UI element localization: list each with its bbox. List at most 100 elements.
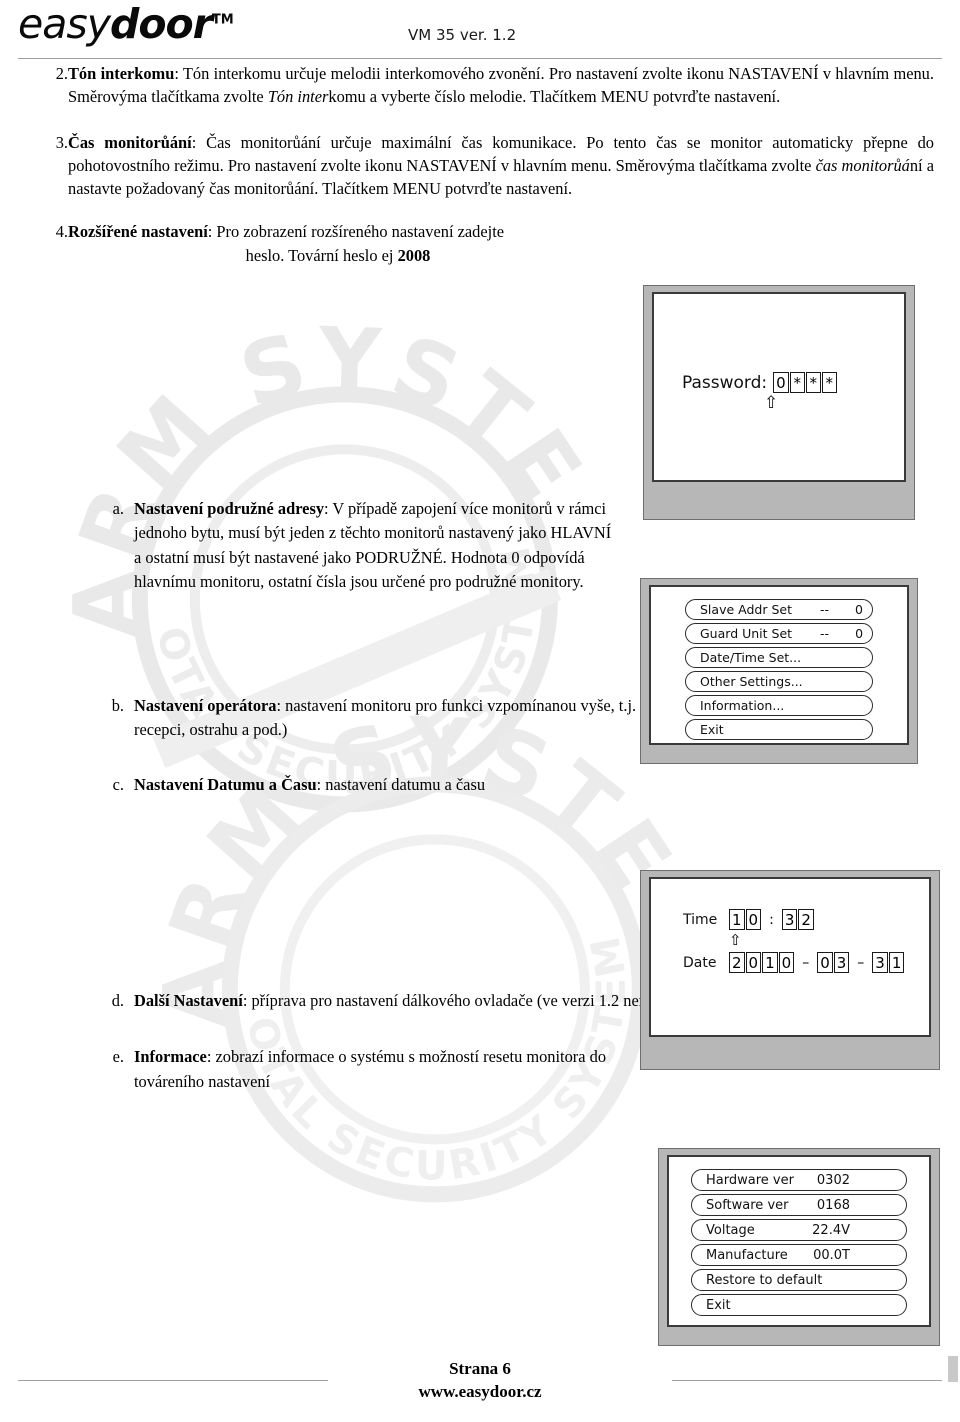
logo-easy-text: easy — [18, 0, 111, 48]
footer-divider-right — [672, 1380, 942, 1382]
list-item-body: Informace: zobrazí informace o systému s… — [134, 1045, 634, 1094]
itemb-title: Nastavení operátora — [134, 696, 277, 716]
menu-item-label: Other Settings... — [700, 674, 803, 689]
item4-line-1: Rozšířené nastavení: Pro zobrazení rozší… — [68, 220, 608, 243]
item4-line-2: heslo. Tovární heslo ej 2008 — [68, 244, 608, 267]
cursor-up-arrow-icon: ⇧ — [729, 931, 742, 949]
document-page: ALARM SYSTEMS TOTAL SECURITY SYSTEMS ALA… — [0, 0, 960, 1422]
item2-emphasis: Tón inter — [267, 87, 329, 107]
monitor-settings-menu: Slave Addr Set -- 0 Guard Unit Set -- 0 … — [640, 578, 918, 764]
date-digit[interactable]: 3 — [833, 952, 850, 973]
menu-item-exit[interactable]: Exit — [685, 719, 873, 740]
list-item-2: 2. Tón interkomu: Tón interkomu určuje m… — [38, 62, 934, 109]
item2-text-b: komu a vyberte číslo melodie. Tlačítkem … — [328, 87, 781, 107]
screen-surface: Slave Addr Set -- 0 Guard Unit Set -- 0 … — [649, 585, 909, 745]
date-day-group[interactable]: 3 1 — [872, 952, 905, 973]
menu-item-dash: -- — [820, 626, 830, 641]
menu-item-slave-addr-set[interactable]: Slave Addr Set -- 0 — [685, 599, 873, 620]
info-item-voltage[interactable]: Voltage 22.4V — [691, 1219, 907, 1241]
page-header: easydoorTM VM 35 ver. 1.2 — [0, 0, 960, 60]
factory-password: 2008 — [397, 245, 431, 265]
list-item-body: Nastavení podružné adresy: V případě zap… — [134, 497, 614, 594]
password-digit[interactable]: 0 — [773, 372, 789, 393]
document-version: VM 35 ver. 1.2 — [408, 26, 517, 44]
time-digit[interactable]: 1 — [729, 909, 745, 930]
password-digit[interactable]: * — [805, 372, 821, 393]
easydoor-logo: easydoorTM — [18, 4, 234, 45]
menu-item-dash: -- — [819, 602, 829, 617]
date-label: Date — [683, 954, 717, 971]
menu-item-label: Exit — [700, 722, 724, 737]
time-separator: : — [769, 911, 774, 928]
time-digit[interactable]: 0 — [745, 909, 762, 930]
item4-line1-text: : Pro zobrazení rozšíreného nastavení za… — [207, 222, 505, 242]
date-month-group[interactable]: 0 3 — [817, 952, 850, 973]
item2-title: Tón interkomu — [68, 64, 175, 83]
info-item-label: Hardware ver — [706, 1172, 794, 1188]
monitor-datetime-screen: Time 1 0 : 3 2 ⇧ Date 2 0 1 0 – 0 3 – 3 … — [640, 870, 940, 1070]
password-digit[interactable]: * — [821, 372, 837, 393]
time-row: Time 1 0 : 3 2 — [683, 909, 904, 930]
menu-item-other-settings[interactable]: Other Settings... — [685, 671, 873, 692]
menu-item-label: Information... — [700, 698, 785, 713]
list-item-body: Nastavení Datumu a Času: nastavení datum… — [134, 773, 654, 797]
info-item-manufacture[interactable]: Manufacture 00.0T — [691, 1244, 907, 1266]
screen-surface: Time 1 0 : 3 2 ⇧ Date 2 0 1 0 – 0 3 – 3 … — [649, 877, 931, 1037]
list-item-c: c. Nastavení Datumu a Času: nastavení da… — [100, 773, 654, 797]
date-row: Date 2 0 1 0 – 0 3 – 3 1 — [683, 952, 905, 973]
info-item-software-ver[interactable]: Software ver 0168 — [691, 1194, 907, 1216]
menu-item-guard-unit-set[interactable]: Guard Unit Set -- 0 — [685, 623, 873, 644]
screen-surface: Hardware ver 0302 Software ver 0168 Volt… — [667, 1155, 931, 1327]
date-digit[interactable]: 3 — [872, 952, 888, 973]
password-digit-group[interactable]: 0 * * * — [773, 372, 837, 393]
list-item-e: e. Informace: zobrazí informace o systém… — [100, 1045, 634, 1094]
list-item-3: 3. Čas monitorůání: Čas monitorůání urču… — [38, 131, 934, 201]
list-marker: a. — [112, 499, 124, 519]
list-item-a: a. Nastavení podružné adresy: V případě … — [100, 497, 614, 594]
menu-item-date-time-set[interactable]: Date/Time Set... — [685, 647, 873, 668]
date-digit[interactable]: 2 — [729, 952, 745, 973]
date-separator: – — [802, 954, 810, 971]
list-item-body: Rozšířené nastavení: Pro zobrazení rozší… — [68, 220, 608, 267]
footer-text: Strana 6 www.easydoor.cz — [404, 1358, 556, 1404]
time-hour-group[interactable]: 1 0 — [729, 909, 762, 930]
date-digit[interactable]: 1 — [888, 952, 905, 973]
password-digit[interactable]: * — [789, 372, 805, 393]
list-marker: 3. — [55, 132, 68, 152]
date-year-group[interactable]: 2 0 1 0 — [729, 952, 795, 973]
cursor-up-arrow-icon: ⇧ — [764, 393, 779, 413]
time-minute-group[interactable]: 3 2 — [781, 909, 814, 930]
info-item-value: 0302 — [816, 1172, 850, 1188]
time-digit[interactable]: 2 — [798, 909, 814, 930]
monitor-password-screen: Password: 0 * * * ⇧ — [643, 285, 915, 520]
scrollbar-marker[interactable] — [948, 1356, 958, 1382]
info-item-hardware-ver[interactable]: Hardware ver 0302 — [691, 1169, 907, 1191]
list-marker: 2. — [55, 64, 68, 83]
date-digit[interactable]: 0 — [817, 952, 833, 973]
time-digit[interactable]: 3 — [781, 909, 798, 930]
menu-item-value: 0 — [855, 626, 864, 641]
monitor-information-screen: Hardware ver 0302 Software ver 0168 Volt… — [658, 1148, 940, 1346]
info-item-value: 00.0T — [813, 1247, 850, 1263]
trademark-icon: TM — [211, 12, 234, 28]
screen-surface: Password: 0 * * * ⇧ — [652, 292, 906, 482]
itemd-title: Další Nastavení — [134, 991, 243, 1011]
page-footer: Strana 6 www.easydoor.cz — [0, 1358, 960, 1404]
itemc-title: Nastavení Datumu a Času — [134, 774, 317, 794]
page-number: Strana 6 — [449, 1359, 511, 1379]
logo-door-text: door — [109, 0, 213, 48]
menu-item-label: Date/Time Set... — [700, 650, 802, 665]
menu-item-value: 0 — [855, 602, 863, 617]
info-item-exit[interactable]: Exit — [691, 1294, 907, 1316]
date-digit[interactable]: 1 — [762, 952, 778, 973]
menu-item-information[interactable]: Information... — [685, 695, 873, 716]
list-marker: c. — [112, 774, 124, 794]
date-digit[interactable]: 0 — [778, 952, 795, 973]
list-item-body: Čas monitorůání: Čas monitorůání určuje … — [68, 131, 934, 201]
list-marker: 4. — [55, 222, 68, 242]
menu-item-label: Guard Unit Set — [700, 626, 793, 641]
list-item-body: Tón interkomu: Tón interkomu určuje melo… — [68, 62, 934, 109]
info-item-restore-to-default[interactable]: Restore to default — [691, 1269, 907, 1291]
iteme-title: Informace — [134, 1047, 207, 1067]
date-digit[interactable]: 0 — [745, 952, 762, 973]
